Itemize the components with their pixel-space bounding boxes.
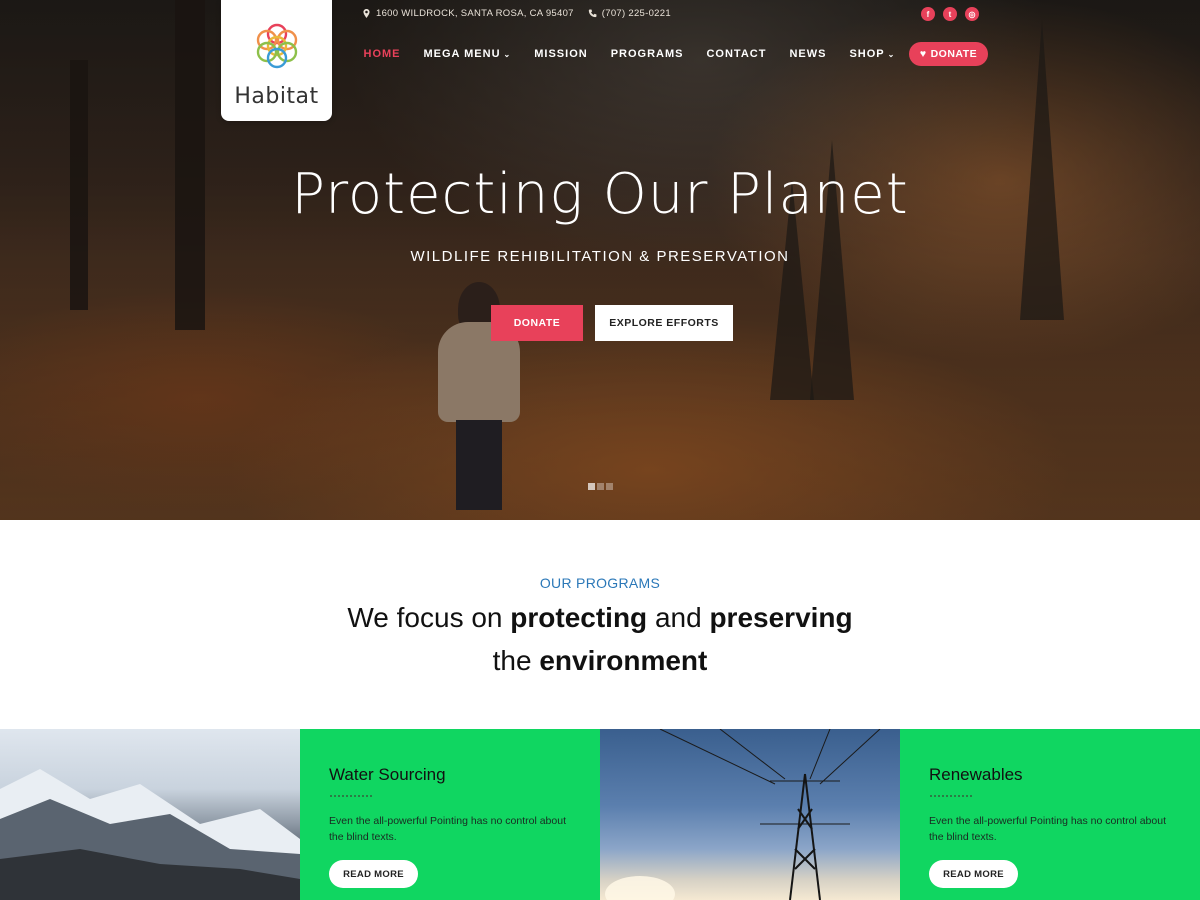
nav-item-shop[interactable]: SHOP ⌄ (838, 42, 907, 66)
card-text: Even the all-powerful Pointing has no co… (929, 815, 1166, 843)
social-links: f t ◎ (921, 7, 979, 21)
mountain-illustration (0, 769, 300, 900)
map-pin-icon (363, 9, 370, 18)
headline-text: the (492, 645, 540, 676)
card-title: Water Sourcing (329, 765, 446, 784)
nav-item-label: MEGA MENU (423, 48, 501, 60)
phone[interactable]: (707) 225-0221 (588, 8, 671, 19)
nav-item-contact[interactable]: CONTACT (695, 42, 778, 66)
address: 1600 WILDROCK, SANTA ROSA, CA 95407 (362, 8, 574, 19)
card-text: Even the all-powerful Pointing has no co… (329, 815, 566, 843)
nav-donate-label: DONATE (930, 48, 978, 60)
read-more-button[interactable]: READ MORE (929, 860, 1018, 888)
flower-of-life-logo-icon (256, 23, 297, 69)
nav-donate-button[interactable]: ♥ DONATE (908, 42, 989, 66)
program-cards: Water Sourcing Even the all-powerful Poi… (0, 729, 1200, 900)
slider-dots (588, 483, 613, 490)
power-tower-illustration (605, 729, 881, 900)
hero-banner: Protecting Our Planet WILDLIFE REHIBILIT… (0, 0, 1200, 520)
contact-bar: 1600 WILDROCK, SANTA ROSA, CA 95407 (707… (362, 8, 671, 19)
headline-bold: preserving (709, 602, 853, 633)
slider-dot[interactable] (588, 483, 595, 490)
headline-text: and (647, 602, 710, 633)
nav-item-news[interactable]: NEWS (778, 42, 838, 66)
hero-subtitle: WILDLIFE REHIBILITATION & PRESERVATION (410, 248, 790, 265)
nav-item-label: SHOP (849, 48, 885, 60)
headline-bold: protecting (510, 602, 648, 633)
headline-line-2: the environment (0, 639, 1200, 682)
section-headline: We focus on protecting and preserving th… (0, 596, 1200, 682)
program-card-renewables: Renewables Even the all-powerful Pointin… (900, 729, 1200, 900)
site-logo[interactable]: Habitat (221, 0, 332, 121)
explore-efforts-button[interactable]: EXPLORE EFFORTS (595, 305, 733, 341)
card-title: Renewables (929, 765, 1023, 784)
chevron-down-icon: ⌄ (503, 50, 512, 59)
nav-item-mega-menu[interactable]: MEGA MENU ⌄ (412, 42, 523, 66)
slider-dot[interactable] (606, 483, 613, 490)
main-nav: HOME MEGA MENU ⌄ MISSION PROGRAMS CONTACT… (352, 42, 989, 66)
power-line-tower-image (600, 729, 900, 900)
phone-icon (588, 9, 597, 18)
twitter-icon[interactable]: t (943, 7, 957, 21)
section-eyebrow: OUR PROGRAMS (539, 575, 661, 591)
address-text: 1600 WILDROCK, SANTA ROSA, CA 95407 (376, 8, 574, 19)
facebook-icon[interactable]: f (921, 7, 935, 21)
nav-item-mission[interactable]: MISSION (523, 42, 599, 66)
heart-icon: ♥ (919, 48, 927, 60)
headline-line-1: We focus on protecting and preserving (0, 596, 1200, 639)
instagram-icon[interactable]: ◎ (965, 7, 979, 21)
headline-bold: environment (539, 645, 708, 676)
card-divider (930, 795, 972, 797)
headline-text: We focus on (347, 602, 511, 633)
snowy-mountains-image (0, 729, 300, 900)
slider-dot[interactable] (597, 483, 604, 490)
card-divider (330, 795, 372, 797)
hero-title: Protecting Our Planet (291, 162, 909, 227)
program-card-water-sourcing: Water Sourcing Even the all-powerful Poi… (300, 729, 600, 900)
hero-donate-button[interactable]: DONATE (491, 305, 583, 341)
nav-item-programs[interactable]: PROGRAMS (599, 42, 695, 66)
logo-text: Habitat (234, 84, 319, 109)
phone-text: (707) 225-0221 (601, 8, 671, 19)
chevron-down-icon: ⌄ (887, 50, 896, 59)
nav-item-home[interactable]: HOME (352, 42, 412, 66)
read-more-button[interactable]: READ MORE (329, 860, 418, 888)
